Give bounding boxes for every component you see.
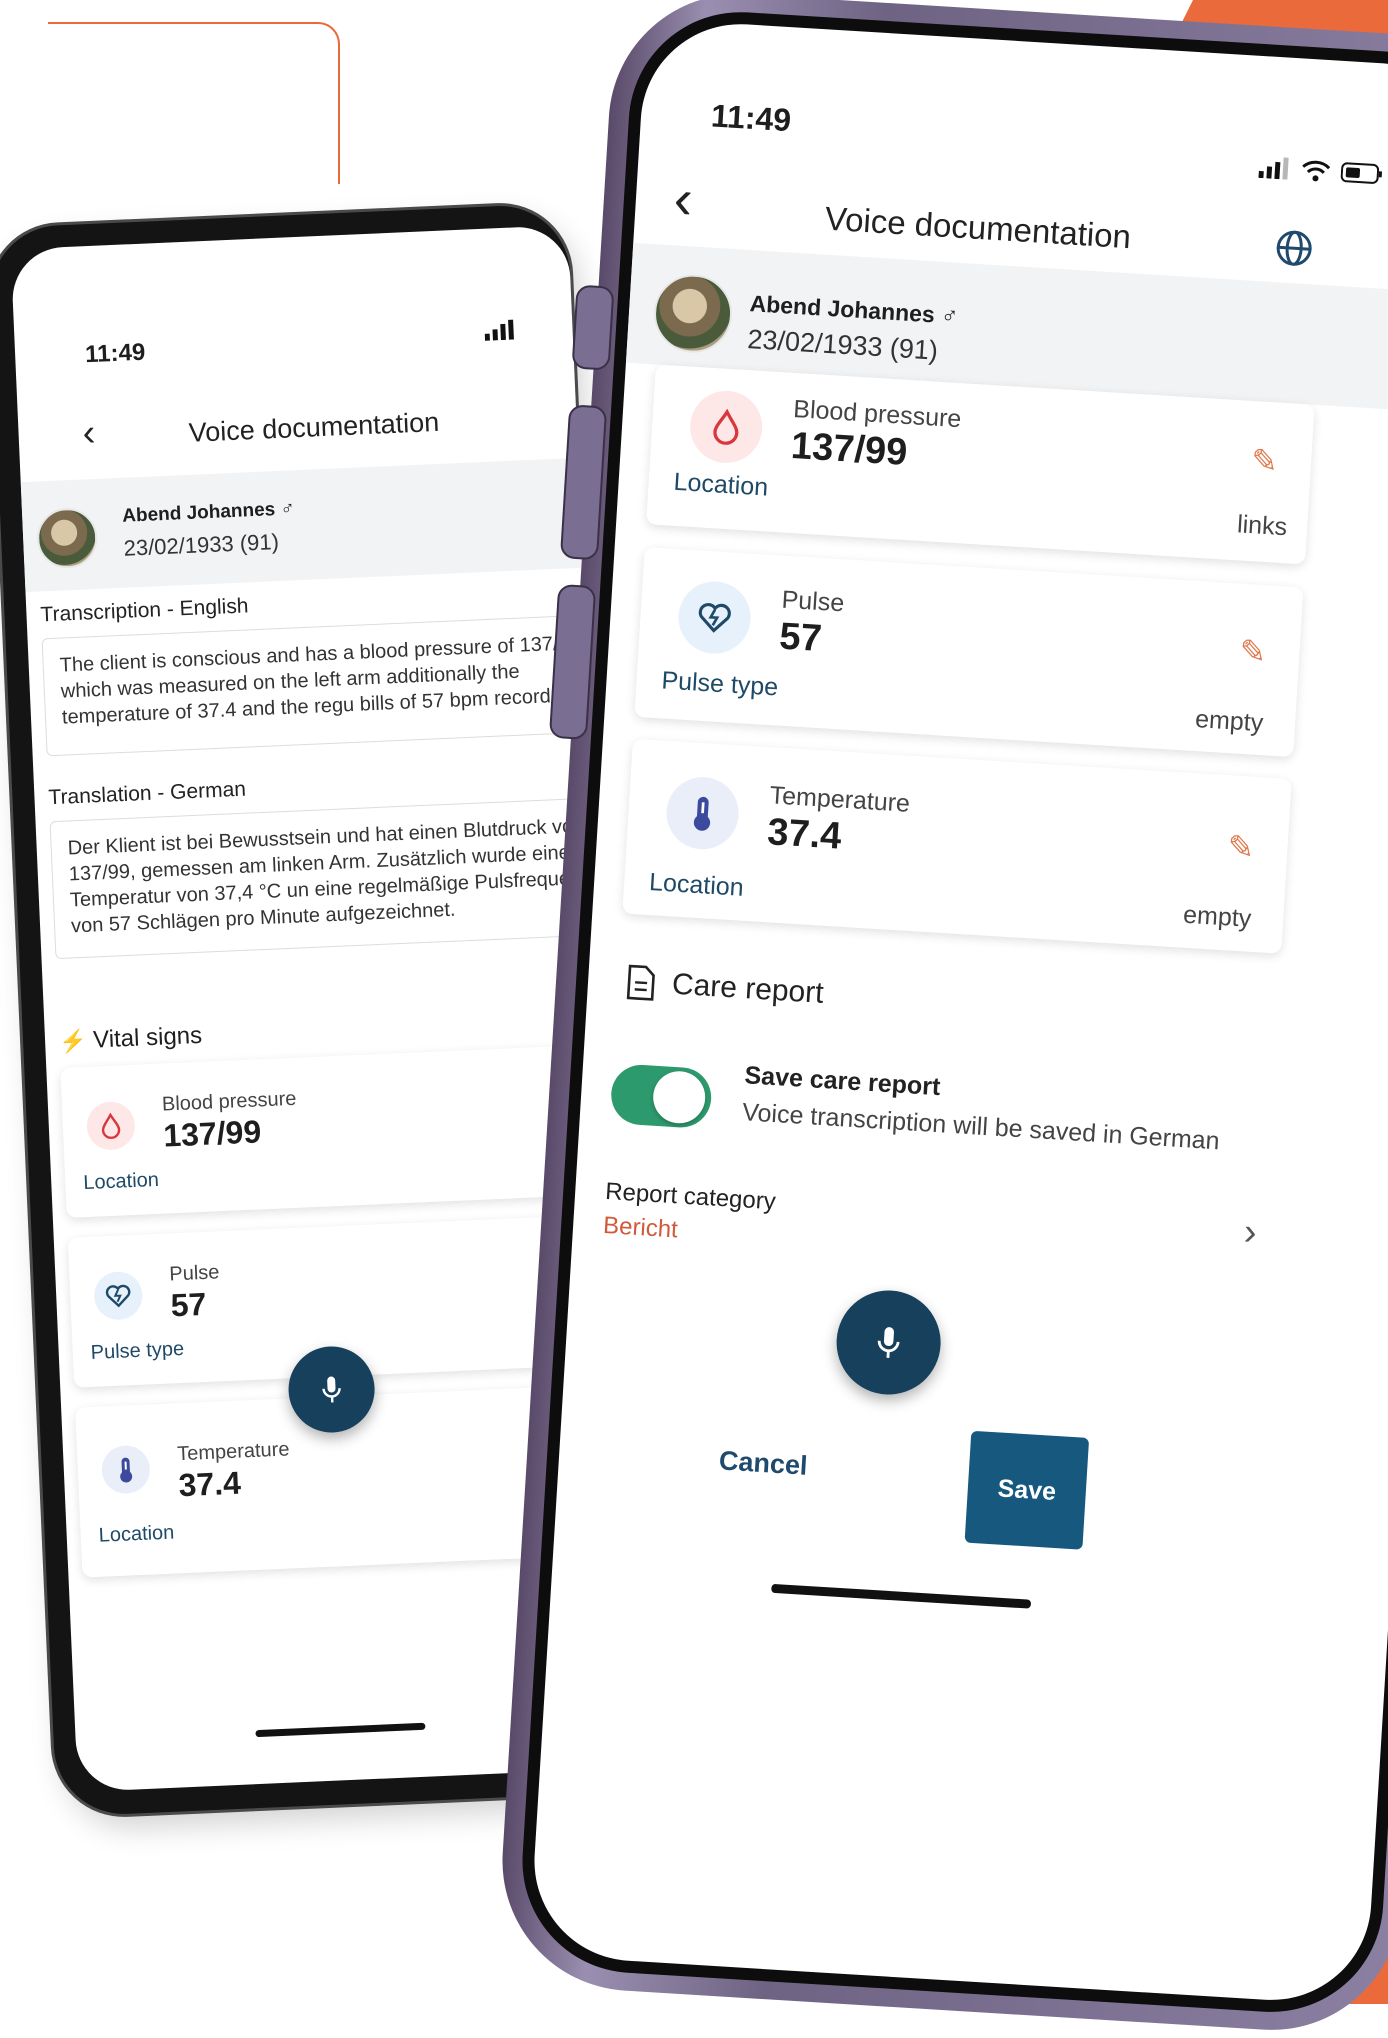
globe-icon[interactable] [1273,227,1316,274]
wifi-icon [1302,160,1331,182]
broken-heart-icon [93,1270,144,1321]
chevron-right-icon: › [1242,1211,1258,1254]
blood-drop-icon [688,388,765,466]
home-indicator[interactable] [255,1722,426,1738]
vital-value: 37.4 [177,1464,242,1504]
edit-pencil-icon[interactable]: ✎ [1226,827,1255,867]
thermometer-icon [100,1444,151,1495]
document-icon [626,964,655,1001]
front-phone-screen: 11:49 ‹ Voice documentation Abend Johann… [528,18,1388,2006]
status-time: 11:49 [84,338,146,369]
transcription-text[interactable]: The client is conscious and has a blood … [41,614,607,757]
translation-text[interactable]: Der Klient ist bei Bewusstsein und hat e… [49,796,616,960]
status-icons [1258,156,1383,186]
home-indicator[interactable] [771,1583,1032,1609]
edit-pencil-icon[interactable]: ✎ [1238,632,1267,672]
volume-down-button[interactable] [548,583,597,740]
vital-sub-value: empty [1194,705,1265,738]
edit-pencil-icon[interactable]: ✎ [1250,441,1279,481]
save-button[interactable]: Save [964,1430,1090,1550]
report-category-value: Bericht [602,1211,679,1244]
volume-up-button[interactable] [559,404,608,561]
toggle-description: Voice transcription will be saved in Ger… [741,1098,1221,1156]
side-button[interactable] [571,284,615,371]
mic-icon [877,1327,900,1358]
vital-sub-label: Pulse type [660,666,779,702]
page-title: Voice documentation [824,199,1133,256]
vital-label: Pulse [168,1261,220,1286]
mic-icon [322,1376,341,1403]
patient-dob: 23/02/1933 (91) [123,529,280,561]
patient-name: Abend Johannes [749,290,936,328]
vital-sub-label: Pulse type [90,1337,185,1364]
signal-icon [1258,157,1289,180]
blood-drop-icon [85,1100,136,1151]
vital-sub-value: links [1236,510,1288,542]
vital-value: 57 [778,615,823,661]
save-care-report-toggle[interactable] [609,1063,713,1130]
vital-sub-value: empty [1182,900,1253,933]
vital-sub-label: Location [82,1168,160,1195]
back-chevron-icon[interactable]: ‹ [672,166,694,230]
vital-value: 137/99 [162,1113,262,1154]
vital-value: 37.4 [766,811,843,858]
care-report-heading: Care report [625,964,825,1012]
vital-label: Pulse [780,585,846,618]
vital-card-pulse[interactable]: Pulse 57 ✎ Pulse type empty [634,547,1304,758]
translation-label: Translation - German [47,777,247,810]
patient-header: Abend Johannes ♂ 23/02/1933 (91) [20,457,583,593]
battery-icon [1340,162,1383,184]
male-icon: ♂ [940,301,960,329]
decorative-orange-outline [48,22,340,184]
patient-name: Abend Johannes [121,499,276,527]
patient-dob: 23/02/1933 (91) [746,324,939,366]
front-phone: 11:49 ‹ Voice documentation Abend Johann… [494,0,1388,2038]
vital-sub-label: Location [672,467,769,502]
front-phone-bezel: 11:49 ‹ Voice documentation Abend Johann… [515,5,1388,2019]
vital-label: Temperature [176,1438,290,1466]
back-chevron-icon[interactable]: ‹ [82,412,96,455]
mic-button[interactable] [833,1287,944,1398]
avatar [651,272,735,355]
vital-sub-label: Location [648,868,745,902]
avatar [35,506,99,570]
male-icon: ♂ [280,498,296,520]
transcription-label: Transcription - English [40,594,249,627]
vital-card-temperature[interactable]: Temperature 37.4 ✎ Location empty [622,738,1292,954]
vital-value: 57 [169,1285,208,1324]
report-category-label: Report category [604,1177,777,1216]
toggle-title: Save care report [743,1061,942,1102]
toggle-knob [651,1069,707,1125]
vital-label: Blood pressure [161,1087,297,1116]
report-category-row[interactable]: Report category Bericht › [601,1178,1265,1298]
broken-heart-icon [676,579,753,656]
sparkle-chart-icon: ⚡ [58,1027,88,1055]
status-time: 11:49 [710,97,793,139]
cancel-button[interactable]: Cancel [718,1445,808,1481]
signal-icon [484,319,515,347]
vital-value: 137/99 [789,424,909,474]
thermometer-icon [664,775,741,852]
vital-sub-label: Location [98,1521,175,1547]
vital-signs-heading: ⚡ Vital signs [58,1021,203,1055]
page-title: Voice documentation [188,406,440,448]
